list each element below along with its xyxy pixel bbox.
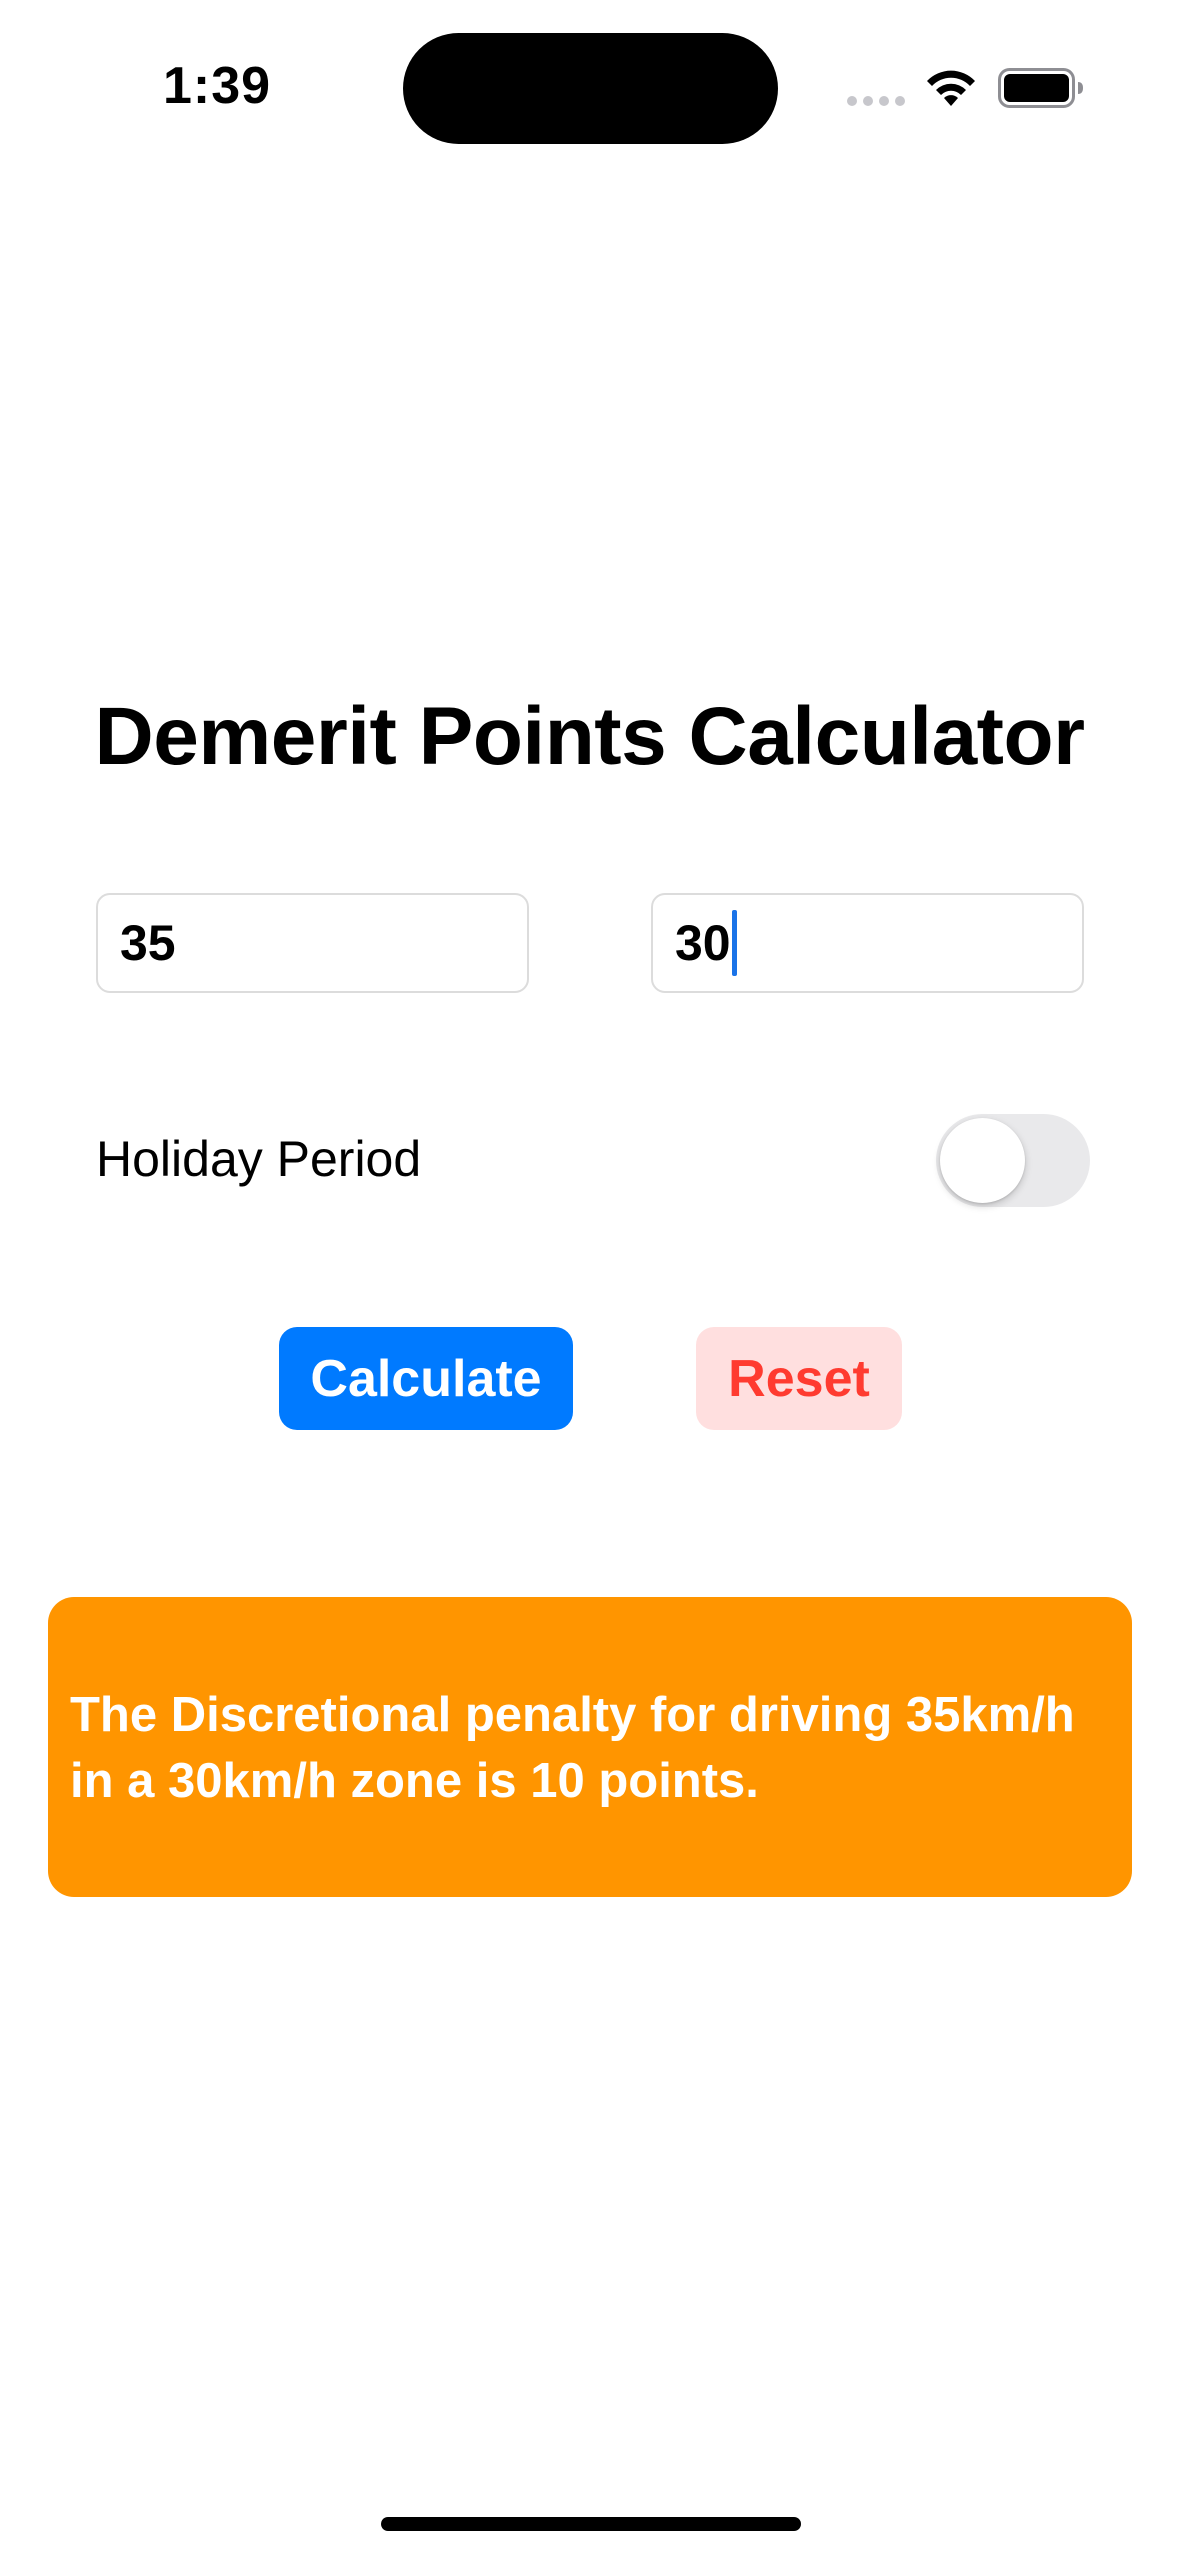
speed-limit-input[interactable]: 30 bbox=[651, 893, 1084, 993]
status-time: 1:39 bbox=[163, 57, 272, 115]
result-panel: The Discretional penalty for driving 35k… bbox=[48, 1597, 1132, 1897]
battery-icon bbox=[998, 68, 1083, 108]
holiday-period-label: Holiday Period bbox=[96, 1131, 422, 1187]
text-cursor bbox=[731, 910, 737, 976]
speed-input-value: 35 bbox=[120, 915, 176, 971]
speed-input[interactable]: 35 bbox=[96, 893, 529, 993]
toggle-knob bbox=[940, 1118, 1025, 1203]
cellular-signal-icon bbox=[847, 96, 905, 106]
page-title: Demerit Points Calculator bbox=[94, 691, 1085, 782]
holiday-period-toggle[interactable] bbox=[936, 1114, 1090, 1207]
dynamic-island bbox=[403, 33, 778, 144]
wifi-icon bbox=[927, 70, 975, 106]
reset-button[interactable]: Reset bbox=[696, 1327, 902, 1430]
result-text: The Discretional penalty for driving 35k… bbox=[70, 1688, 1075, 1808]
home-indicator[interactable] bbox=[381, 2517, 801, 2531]
speed-limit-input-value: 30 bbox=[675, 915, 731, 971]
calculate-button[interactable]: Calculate bbox=[279, 1327, 573, 1430]
